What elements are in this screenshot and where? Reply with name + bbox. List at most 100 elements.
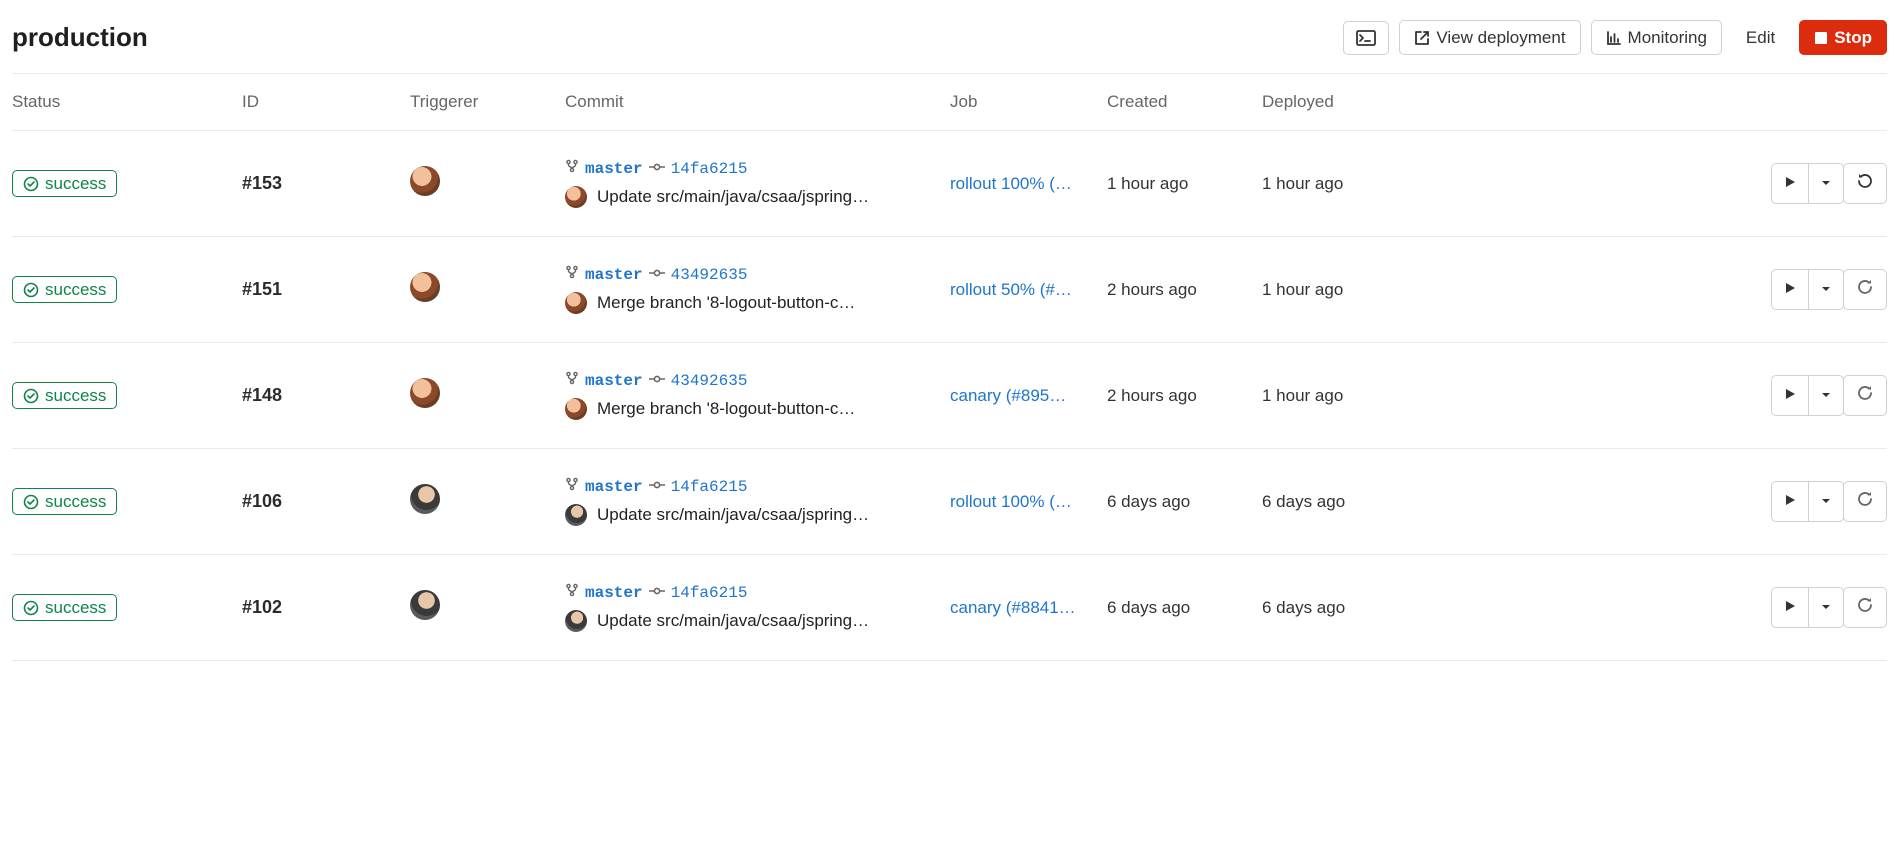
commit-message[interactable]: Update src/main/java/csaa/jspring… <box>597 187 869 207</box>
table-row: success #153 master 14fa6215 Update src/m… <box>12 131 1887 237</box>
col-actions <box>1462 92 1887 112</box>
created-time: 6 days ago <box>1107 492 1262 512</box>
author-avatar[interactable] <box>565 186 587 208</box>
rollback-button[interactable] <box>1843 163 1887 204</box>
triggerer-avatar[interactable] <box>410 378 440 408</box>
check-circle-icon <box>23 176 39 192</box>
row-actions <box>1462 587 1887 628</box>
play-dropdown[interactable] <box>1809 269 1844 310</box>
deployment-id[interactable]: #151 <box>242 279 410 300</box>
col-job: Job <box>950 92 1107 112</box>
caret-down-icon <box>1821 387 1831 405</box>
terminal-icon <box>1356 30 1376 46</box>
commit-sha-link[interactable]: 43492635 <box>671 372 748 390</box>
play-dropdown[interactable] <box>1809 587 1844 628</box>
status-label: success <box>45 281 106 298</box>
branch-link[interactable]: master <box>585 478 643 496</box>
status-badge[interactable]: success <box>12 276 117 303</box>
status-badge[interactable]: success <box>12 488 117 515</box>
table-row: success #106 master 14fa6215 Update src/m… <box>12 449 1887 555</box>
rollback-button[interactable] <box>1843 269 1887 310</box>
author-avatar[interactable] <box>565 504 587 526</box>
play-icon <box>1784 175 1796 193</box>
edit-label: Edit <box>1746 29 1775 46</box>
commit-sha-link[interactable]: 43492635 <box>671 266 748 284</box>
terminal-button[interactable] <box>1343 21 1389 55</box>
commit-sha-link[interactable]: 14fa6215 <box>671 584 748 602</box>
table-row: success #151 master 43492635 Merge branch… <box>12 237 1887 343</box>
play-dropdown[interactable] <box>1809 163 1844 204</box>
deployment-id[interactable]: #106 <box>242 491 410 512</box>
deployment-id[interactable]: #153 <box>242 173 410 194</box>
monitoring-label: Monitoring <box>1628 29 1707 46</box>
commit-icon <box>649 478 665 496</box>
branch-link[interactable]: master <box>585 372 643 390</box>
job-link[interactable]: rollout 100% (… <box>950 492 1090 512</box>
row-actions <box>1462 481 1887 522</box>
col-status: Status <box>12 92 242 112</box>
monitoring-button[interactable]: Monitoring <box>1591 20 1722 55</box>
commit-message[interactable]: Update src/main/java/csaa/jspring… <box>597 505 869 525</box>
deployment-id[interactable]: #102 <box>242 597 410 618</box>
status-badge[interactable]: success <box>12 170 117 197</box>
col-created: Created <box>1107 92 1262 112</box>
triggerer-avatar[interactable] <box>410 166 440 196</box>
branch-link[interactable]: master <box>585 160 643 178</box>
triggerer-avatar[interactable] <box>410 272 440 302</box>
view-deployment-button[interactable]: View deployment <box>1399 20 1580 55</box>
play-dropdown[interactable] <box>1809 375 1844 416</box>
status-badge[interactable]: success <box>12 382 117 409</box>
col-triggerer: Triggerer <box>410 92 565 112</box>
deployed-time: 1 hour ago <box>1262 386 1462 406</box>
commit-message[interactable]: Merge branch '8-logout-button-c… <box>597 293 855 313</box>
stop-icon <box>1814 31 1828 45</box>
author-avatar[interactable] <box>565 610 587 632</box>
branch-link[interactable]: master <box>585 584 643 602</box>
play-button[interactable] <box>1771 587 1809 628</box>
caret-down-icon <box>1821 493 1831 511</box>
branch-link[interactable]: master <box>585 266 643 284</box>
rollback-icon <box>1856 596 1874 619</box>
commit-icon <box>649 160 665 178</box>
deployment-id[interactable]: #148 <box>242 385 410 406</box>
job-link[interactable]: rollout 50% (#… <box>950 280 1090 300</box>
rollback-button[interactable] <box>1843 587 1887 628</box>
commit-sha-link[interactable]: 14fa6215 <box>671 160 748 178</box>
edit-button[interactable]: Edit <box>1732 21 1789 54</box>
deployed-time: 6 days ago <box>1262 492 1462 512</box>
page-title: production <box>12 22 148 53</box>
author-avatar[interactable] <box>565 398 587 420</box>
status-badge[interactable]: success <box>12 594 117 621</box>
play-button[interactable] <box>1771 481 1809 522</box>
table-rows: success #153 master 14fa6215 Update src/m… <box>12 131 1887 661</box>
retry-icon <box>1856 172 1874 195</box>
play-dropdown[interactable] <box>1809 481 1844 522</box>
play-button[interactable] <box>1771 269 1809 310</box>
commit-message[interactable]: Update src/main/java/csaa/jspring… <box>597 611 869 631</box>
branch-icon <box>565 583 579 602</box>
commit-message[interactable]: Merge branch '8-logout-button-c… <box>597 399 855 419</box>
triggerer-avatar[interactable] <box>410 484 440 514</box>
author-avatar[interactable] <box>565 292 587 314</box>
deployed-time: 1 hour ago <box>1262 280 1462 300</box>
row-actions <box>1462 163 1887 204</box>
status-label: success <box>45 175 106 192</box>
caret-down-icon <box>1821 281 1831 299</box>
rollback-button[interactable] <box>1843 481 1887 522</box>
job-link[interactable]: rollout 100% (… <box>950 174 1090 194</box>
created-time: 2 hours ago <box>1107 386 1262 406</box>
triggerer-avatar[interactable] <box>410 590 440 620</box>
chart-icon <box>1606 30 1622 46</box>
commit-icon <box>649 372 665 390</box>
deployed-time: 6 days ago <box>1262 598 1462 618</box>
job-link[interactable]: canary (#8841… <box>950 598 1090 618</box>
page-header: production View deployment <box>12 12 1887 74</box>
rollback-button[interactable] <box>1843 375 1887 416</box>
job-link[interactable]: canary (#895… <box>950 386 1090 406</box>
play-button[interactable] <box>1771 375 1809 416</box>
table-row: success #102 master 14fa6215 Update src/m… <box>12 555 1887 661</box>
play-button[interactable] <box>1771 163 1809 204</box>
stop-button[interactable]: Stop <box>1799 20 1887 55</box>
header-actions: View deployment Monitoring Edit Stop <box>1343 20 1887 55</box>
commit-sha-link[interactable]: 14fa6215 <box>671 478 748 496</box>
